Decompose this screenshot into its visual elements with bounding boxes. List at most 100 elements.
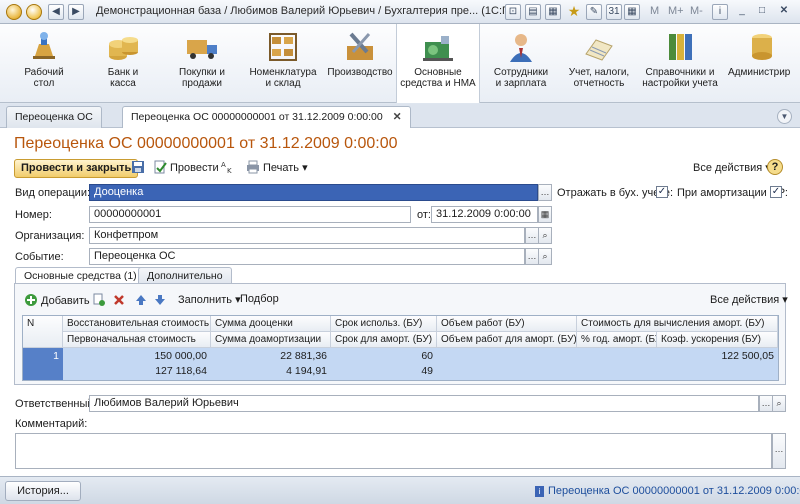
- event-select-button[interactable]: …: [525, 248, 539, 265]
- coins-icon: [106, 30, 140, 64]
- memory-m[interactable]: M: [650, 5, 659, 17]
- status-link[interactable]: Переоценка ОС 00000000001 от 31.12.2009 …: [548, 485, 800, 497]
- cell-use-term[interactable]: 60: [331, 349, 437, 365]
- delete-row-icon[interactable]: [112, 293, 129, 307]
- op-type-select-button[interactable]: …: [538, 184, 552, 201]
- person-icon: [504, 30, 538, 64]
- org-search-icon[interactable]: ⌕: [538, 227, 552, 244]
- wintab-revaluation-doc[interactable]: Переоценка ОС 00000000001 от 31.12.2009 …: [122, 106, 411, 129]
- memory-mminus[interactable]: M-: [690, 5, 703, 17]
- org-field[interactable]: Конфетпром: [89, 227, 525, 244]
- org-select-button[interactable]: …: [525, 227, 539, 244]
- cell-revalue-sum[interactable]: 22 881,36: [211, 349, 331, 365]
- calendar-icon[interactable]: 31: [606, 4, 622, 20]
- date-field[interactable]: 31.12.2009 0:00:00: [431, 206, 538, 223]
- post-and-close-button[interactable]: Провести и закрыть: [14, 159, 139, 178]
- desktop-icon: [27, 30, 61, 64]
- tab-additional[interactable]: Дополнительно: [138, 267, 232, 284]
- move-up-icon[interactable]: [134, 293, 151, 307]
- minimize-icon[interactable]: _: [734, 4, 750, 20]
- close-tab-icon[interactable]: ✕: [393, 111, 402, 123]
- section-admin[interactable]: Администрир: [724, 24, 800, 103]
- org-label: Организация:: [15, 230, 85, 242]
- pick-button[interactable]: Подбор: [240, 293, 279, 305]
- col-header-extra-amort[interactable]: Сумма доамортизации: [211, 332, 331, 348]
- event-field[interactable]: Переоценка ОС: [89, 248, 525, 265]
- note-icon[interactable]: ✎: [586, 4, 602, 20]
- star-icon[interactable]: ★: [566, 4, 582, 20]
- move-down-icon[interactable]: [153, 293, 170, 307]
- section-bank[interactable]: Банк и касса: [84, 24, 162, 103]
- save-icon[interactable]: [131, 160, 148, 174]
- section-employees[interactable]: Сотрудники и зарплата: [486, 24, 556, 103]
- post-button[interactable]: Провести: [153, 160, 219, 174]
- responsible-select-button[interactable]: …: [759, 395, 773, 412]
- col-header-annual-pct[interactable]: % год. аморт. (БУ): [577, 332, 657, 348]
- col-header-amort-base[interactable]: Стоимость для вычисления аморт. (БУ): [577, 316, 778, 332]
- calendar-button-icon[interactable]: ▦: [538, 206, 552, 223]
- reflect-checkbox[interactable]: ✓: [656, 186, 668, 198]
- fill-menu[interactable]: Заполнить ▾: [178, 293, 241, 306]
- section-accounting[interactable]: Учет, налоги, отчетность: [560, 24, 638, 103]
- responsible-field[interactable]: Любимов Валерий Юрьевич: [89, 395, 759, 412]
- cell-amort-term[interactable]: 49: [331, 364, 437, 380]
- cell-restore-cost[interactable]: 150 000,00: [63, 349, 211, 365]
- col-header-restore-cost[interactable]: Восстановительная стоимость: [63, 316, 211, 332]
- chevron-down-icon[interactable]: [26, 4, 42, 20]
- back-icon[interactable]: ◀: [48, 4, 64, 20]
- calculator-icon[interactable]: ▦: [624, 4, 640, 20]
- section-desktop[interactable]: Рабочий стол: [4, 24, 84, 103]
- col-header-initial-cost[interactable]: Первоначальная стоимость: [63, 332, 211, 348]
- help-icon[interactable]: ?: [767, 159, 783, 175]
- history-button[interactable]: История...: [5, 481, 81, 501]
- col-header-n[interactable]: N: [23, 316, 63, 348]
- event-label: Событие:: [15, 251, 64, 263]
- responsible-search-icon[interactable]: ⌕: [772, 395, 786, 412]
- col-header-revalue-sum[interactable]: Сумма дооценки: [211, 316, 331, 332]
- calendar-mini-icon[interactable]: ▤: [525, 4, 541, 20]
- close-icon[interactable]: ✕: [776, 4, 792, 20]
- comment-expand-button[interactable]: …: [772, 433, 786, 469]
- amort-checkbox[interactable]: ✓: [770, 186, 782, 198]
- maximize-icon[interactable]: □: [754, 4, 770, 20]
- tabs-dropdown-icon[interactable]: ▼: [777, 109, 792, 124]
- section-production[interactable]: Производство: [324, 24, 396, 103]
- op-type-label: Вид операции:: [15, 187, 91, 199]
- wintab-revaluation-list[interactable]: Переоценка ОС: [6, 106, 102, 128]
- copy-row-icon[interactable]: [92, 293, 109, 307]
- assets-table[interactable]: N Восстановительная стоимость Сумма дооц…: [22, 315, 779, 381]
- status-bar: История... i Переоценка ОС 00000000001 о…: [0, 476, 800, 504]
- section-references[interactable]: Справочники и настройки учета: [640, 24, 720, 103]
- col-header-work-volume[interactable]: Объем работ (БУ): [437, 316, 577, 332]
- col-header-use-term[interactable]: Срок использ. (БУ): [331, 316, 437, 332]
- col-header-amort-term[interactable]: Срок для аморт. (БУ): [331, 332, 437, 348]
- info-icon[interactable]: i: [712, 4, 728, 20]
- table-all-actions-menu[interactable]: Все действия ▾: [710, 293, 788, 306]
- documents-icon: [582, 30, 616, 64]
- comment-field[interactable]: [15, 433, 772, 469]
- svg-text:K: K: [227, 167, 232, 174]
- window-list-icon[interactable]: ▦: [545, 4, 561, 20]
- cell-extra-amort[interactable]: 4 194,91: [211, 364, 331, 380]
- link-icon[interactable]: ⊡: [505, 4, 521, 20]
- document-form: Переоценка ОС 00000000001 от 31.12.2009 …: [0, 128, 800, 476]
- all-actions-menu[interactable]: Все действия ▾: [693, 161, 771, 174]
- memory-mplus[interactable]: M+: [668, 5, 684, 17]
- forward-icon[interactable]: ▶: [68, 4, 84, 20]
- print-button[interactable]: Печать ▾: [246, 160, 308, 174]
- op-type-field[interactable]: Дооценка: [89, 184, 538, 201]
- event-search-icon[interactable]: ⌕: [538, 248, 552, 265]
- section-fixed-assets[interactable]: Основные средства и НМА: [396, 24, 480, 103]
- cell-initial-cost[interactable]: 127 118,64: [63, 364, 211, 380]
- section-nomenclature[interactable]: Номенклатура и склад: [242, 24, 324, 103]
- sort-az-icon[interactable]: AK: [221, 160, 238, 174]
- col-header-amort-volume[interactable]: Объем работ для аморт. (БУ): [437, 332, 577, 348]
- col-header-accel-coef[interactable]: Коэф. ускорения (БУ): [657, 332, 778, 348]
- section-purchases[interactable]: Покупки и продажи: [162, 24, 242, 103]
- add-row-button[interactable]: Добавить: [24, 293, 90, 307]
- app-menu-icon[interactable]: [6, 4, 22, 20]
- post-icon: [154, 160, 167, 174]
- date-label: от:: [417, 209, 431, 221]
- number-field[interactable]: 00000000001: [89, 206, 411, 223]
- cell-amort-base[interactable]: 122 500,05: [577, 349, 778, 365]
